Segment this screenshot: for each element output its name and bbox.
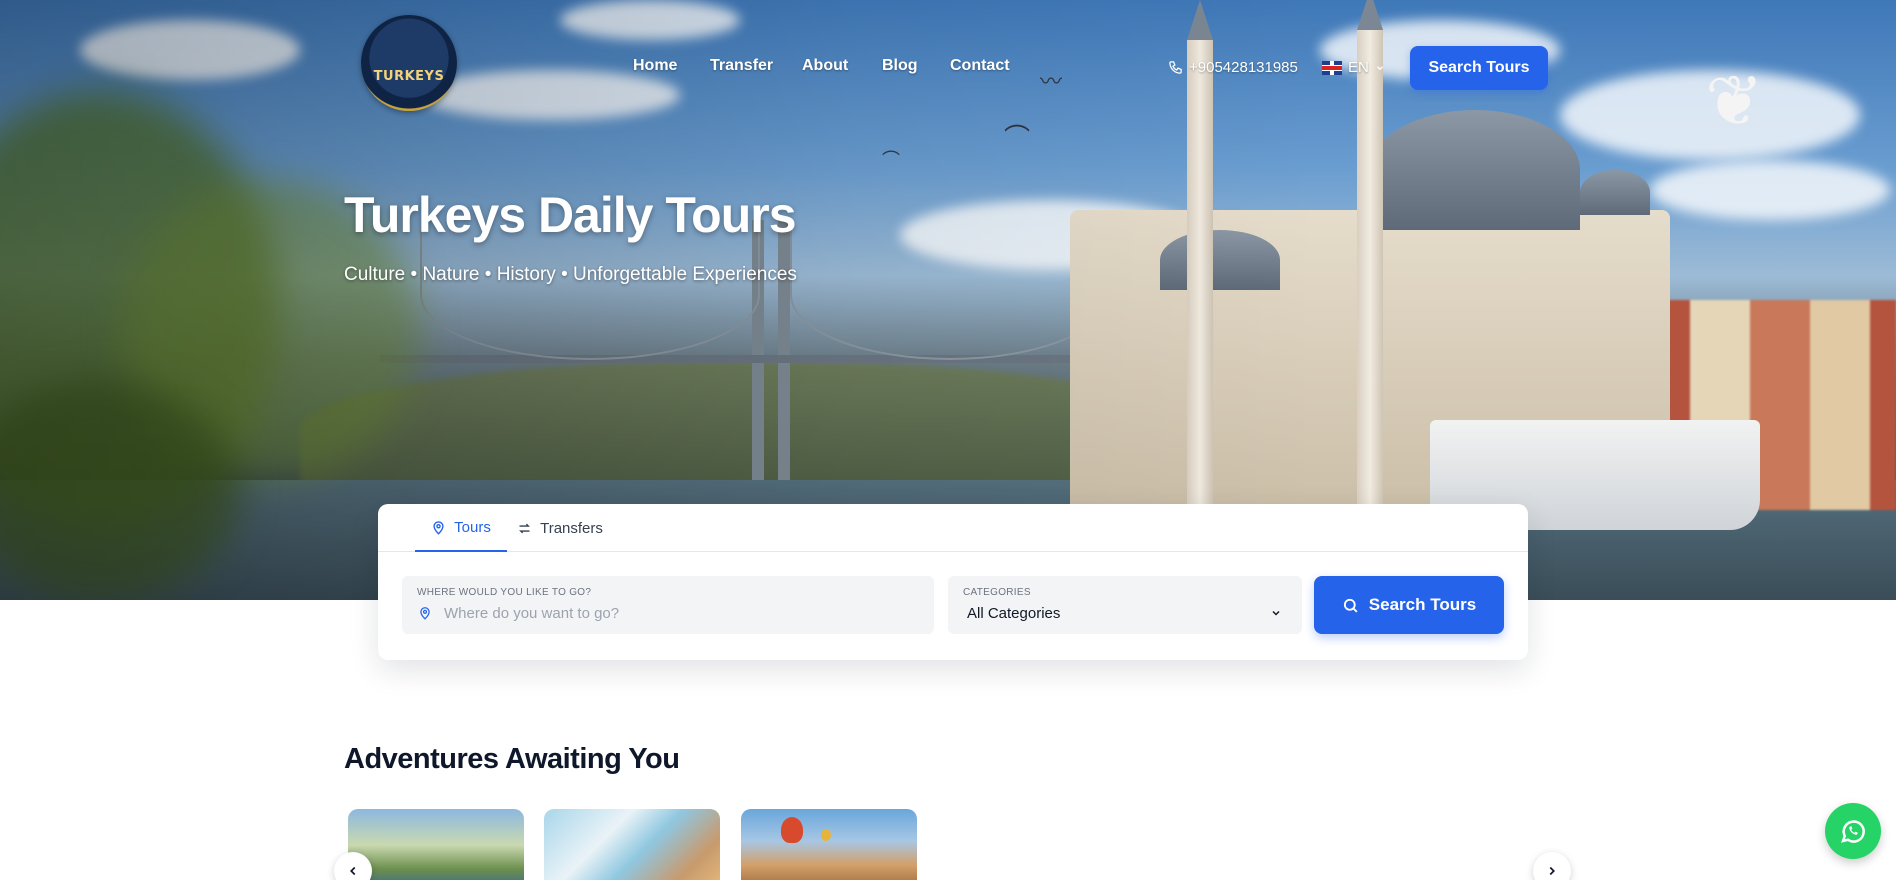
tour-card-image[interactable] bbox=[741, 809, 917, 880]
nav-link-blog[interactable]: Blog bbox=[882, 57, 918, 75]
location-pin-icon bbox=[420, 607, 430, 620]
nav-link-home[interactable]: Home bbox=[633, 57, 677, 75]
tab-transfers[interactable]: Transfers bbox=[505, 504, 615, 552]
tab-transfers-label: Transfers bbox=[540, 519, 603, 537]
logo-text: TURKEYS bbox=[373, 68, 445, 84]
carousel-next-button[interactable] bbox=[1533, 852, 1571, 880]
chevron-right-icon bbox=[1549, 866, 1555, 876]
category-select[interactable]: CATEGORIES All Categories bbox=[948, 576, 1302, 634]
nav-link-contact[interactable]: Contact bbox=[950, 57, 1010, 75]
chevron-down-icon bbox=[1272, 610, 1280, 616]
hero-title: Turkeys Daily Tours bbox=[344, 187, 797, 243]
chevron-down-icon bbox=[1376, 65, 1383, 70]
header-search-tours-button[interactable]: Search Tours bbox=[1410, 46, 1548, 90]
whatsapp-icon bbox=[1841, 820, 1865, 843]
destination-label: WHERE WOULD YOU LIKE TO GO? bbox=[417, 587, 592, 598]
nav-link-about[interactable]: About bbox=[802, 57, 848, 75]
phone-icon bbox=[1169, 61, 1182, 74]
logo[interactable]: TURKEYS bbox=[361, 15, 457, 111]
page: 〰 ⌒ ⌒ ❦ TURKEYS Home Transfer About Blog… bbox=[0, 0, 1896, 880]
phone-link[interactable]: +905428131985 bbox=[1168, 59, 1298, 76]
search-tabs: Tours Transfers bbox=[378, 504, 1528, 552]
phone-number: +905428131985 bbox=[1189, 59, 1298, 76]
hero-subtitle: Culture • Nature • History • Unforgettab… bbox=[344, 264, 797, 285]
search-icon bbox=[1343, 598, 1358, 613]
search-card: Tours Transfers WHERE WOULD YOU LIKE TO … bbox=[378, 504, 1528, 660]
map-pin-icon bbox=[433, 520, 444, 535]
search-button-label: Search Tours bbox=[1368, 595, 1477, 614]
destination-input[interactable]: Where do you want to go? bbox=[444, 605, 619, 622]
nav-link-transfer[interactable]: Transfer bbox=[710, 57, 773, 75]
tab-tours[interactable]: Tours bbox=[415, 504, 507, 552]
tab-tours-label: Tours bbox=[454, 518, 491, 536]
language-selector[interactable]: EN bbox=[1322, 59, 1385, 76]
tour-card-image[interactable] bbox=[348, 809, 524, 880]
uk-flag-icon bbox=[1322, 60, 1342, 75]
tour-card-image[interactable] bbox=[544, 809, 720, 880]
category-value: All Categories bbox=[967, 605, 1061, 622]
category-label: CATEGORIES bbox=[963, 587, 1031, 598]
whatsapp-button[interactable] bbox=[1825, 803, 1881, 859]
swap-icon bbox=[519, 523, 531, 533]
destination-field[interactable]: WHERE WOULD YOU LIKE TO GO? Where do you… bbox=[402, 576, 934, 634]
chevron-left-icon bbox=[350, 866, 356, 876]
language-code: EN bbox=[1348, 59, 1369, 76]
search-tours-button[interactable]: Search Tours bbox=[1314, 576, 1504, 634]
section-title: Adventures Awaiting You bbox=[344, 743, 680, 775]
